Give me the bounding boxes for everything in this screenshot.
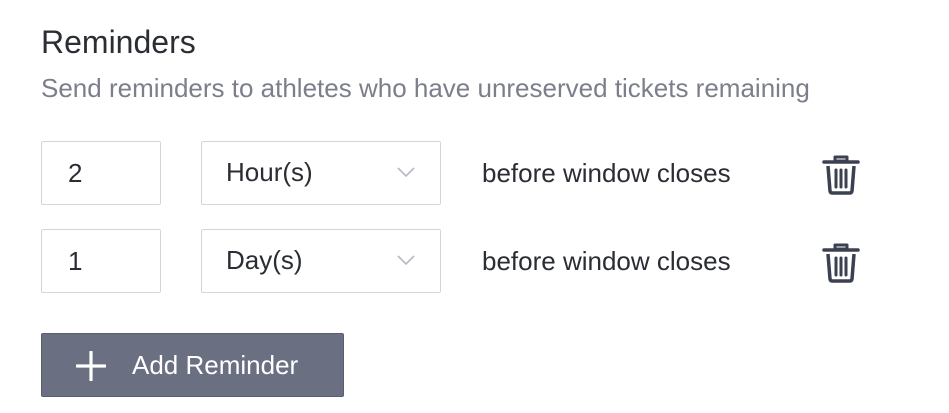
reminder-unit-select[interactable]: Hour(s)	[201, 141, 441, 205]
chevron-down-icon	[397, 255, 415, 266]
reminder-amount-input[interactable]	[41, 141, 161, 205]
reminder-row: Day(s) before window closes	[41, 229, 941, 293]
reminder-unit-value: Day(s)	[226, 245, 303, 275]
reminder-unit-value: Hour(s)	[226, 157, 313, 187]
add-reminder-label: Add Reminder	[132, 350, 299, 380]
reminder-suffix-label: before window closes	[482, 158, 731, 188]
reminders-section: Reminders Send reminders to athletes who…	[41, 0, 941, 413]
plus-icon	[76, 351, 106, 381]
reminder-row: Hour(s) before window closes	[41, 141, 941, 205]
reminder-unit-select[interactable]: Day(s)	[201, 229, 441, 293]
reminder-suffix-label: before window closes	[482, 246, 731, 276]
trash-icon[interactable]	[821, 241, 861, 283]
chevron-down-icon	[397, 167, 415, 178]
section-title: Reminders	[41, 24, 196, 60]
section-subtitle: Send reminders to athletes who have unre…	[41, 73, 810, 103]
reminder-amount-input[interactable]	[41, 229, 161, 293]
add-reminder-button[interactable]: Add Reminder	[41, 333, 344, 397]
trash-icon[interactable]	[821, 153, 861, 195]
